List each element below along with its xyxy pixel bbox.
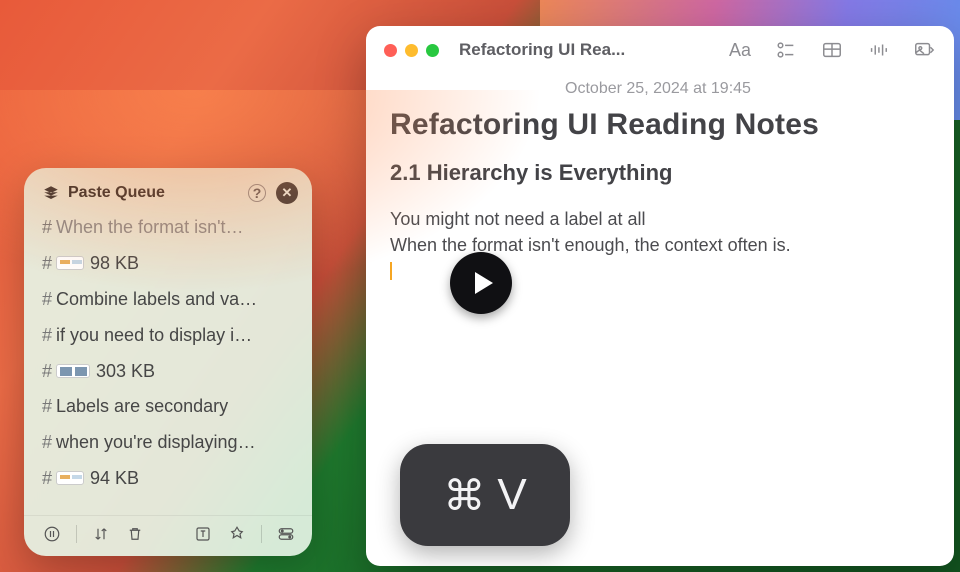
queue-item-text: Labels are secondary	[56, 396, 228, 416]
separator	[76, 525, 77, 543]
note-line: You might not need a label at all	[390, 206, 926, 232]
stack-icon	[42, 184, 60, 202]
pause-button[interactable]	[42, 524, 62, 544]
thumbnail-icon	[56, 364, 90, 378]
queue-item-text: when you're displaying…	[56, 432, 256, 452]
separator	[261, 525, 262, 543]
window-minimize-button[interactable]	[405, 44, 418, 57]
queue-item[interactable]: #when you're displaying…	[24, 425, 312, 461]
table-button[interactable]	[820, 38, 844, 62]
note-date: October 25, 2024 at 19:45	[390, 80, 926, 98]
queue-item[interactable]: #if you need to display i…	[24, 318, 312, 354]
checklist-button[interactable]	[774, 38, 798, 62]
queue-item[interactable]: #Combine labels and va…	[24, 282, 312, 318]
settings-toggle-button[interactable]	[276, 524, 296, 544]
notes-toolbar: Aa	[728, 38, 936, 62]
paste-queue-header: Paste Queue ? ✕	[24, 180, 312, 208]
media-button[interactable]	[912, 38, 936, 62]
notes-titlebar: Refactoring UI Rea... Aa	[366, 26, 954, 70]
audio-button[interactable]	[866, 38, 890, 62]
queue-item-text: 94 KB	[90, 468, 139, 488]
close-button[interactable]: ✕	[276, 182, 298, 204]
queue-item[interactable]: #Labels are secondary	[24, 389, 312, 425]
sort-button[interactable]	[91, 524, 111, 544]
thumbnail-icon	[56, 471, 84, 485]
trash-button[interactable]	[125, 524, 145, 544]
shortcut-overlay: ⌘ V	[400, 444, 570, 546]
paste-queue-footer	[24, 515, 312, 556]
help-button[interactable]: ?	[246, 182, 268, 204]
paste-queue-title: Paste Queue	[68, 184, 238, 202]
shortcut-key: V	[497, 470, 526, 520]
text-caret	[390, 262, 392, 280]
thumbnail-icon	[56, 256, 84, 270]
window-close-button[interactable]	[384, 44, 397, 57]
note-title: Refactoring UI Reading Notes	[390, 108, 926, 142]
queue-item[interactable]: #When the format isn't…	[24, 210, 312, 246]
window-zoom-button[interactable]	[426, 44, 439, 57]
queue-item-text: 98 KB	[90, 253, 139, 273]
queue-item[interactable]: #98 KB	[24, 246, 312, 282]
queue-item[interactable]: #94 KB	[24, 461, 312, 497]
paste-queue-list: #When the format isn't… #98 KB #Combine …	[24, 208, 312, 515]
queue-item-text: 303 KB	[96, 361, 155, 381]
play-button[interactable]	[450, 252, 512, 314]
queue-item-text: When the format isn't…	[56, 217, 244, 237]
queue-item-text: if you need to display i…	[56, 325, 252, 345]
text-mode-button[interactable]	[193, 524, 213, 544]
pin-button[interactable]	[227, 524, 247, 544]
format-button[interactable]: Aa	[728, 38, 752, 62]
window-title: Refactoring UI Rea...	[459, 40, 625, 60]
queue-item-text: Combine labels and va…	[56, 289, 257, 309]
window-controls	[384, 44, 439, 57]
command-key-icon: ⌘	[443, 471, 485, 520]
note-heading: 2.1 Hierarchy is Everything	[390, 160, 926, 186]
paste-queue-panel: Paste Queue ? ✕ #When the format isn't… …	[24, 168, 312, 556]
queue-item[interactable]: #303 KB	[24, 354, 312, 390]
